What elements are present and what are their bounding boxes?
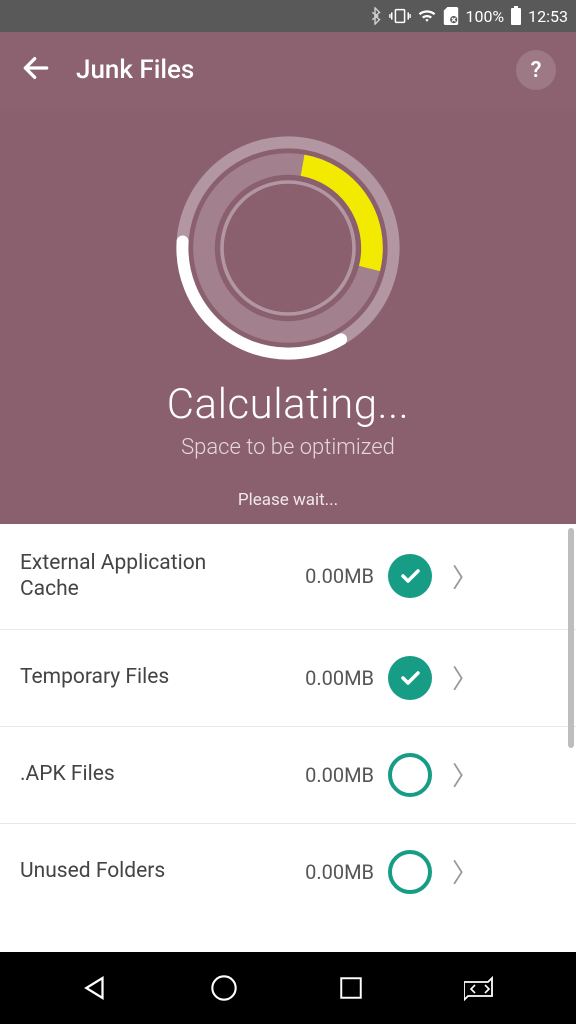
checkbox-checked[interactable] [388, 656, 432, 700]
battery-percent: 100% [465, 7, 504, 26]
list-item[interactable]: Temporary Files 0.00MB 〉 [0, 630, 576, 727]
status-bar: 100% 12:53 [0, 0, 576, 32]
clock: 12:53 [528, 7, 568, 26]
nav-back-icon[interactable] [80, 973, 110, 1003]
battery-icon [510, 6, 522, 26]
item-size: 0.00MB [284, 564, 374, 588]
checkbox-unchecked[interactable] [388, 753, 432, 797]
help-button[interactable]: ? [516, 50, 556, 90]
chevron-right-icon[interactable]: 〉 [446, 853, 478, 890]
system-navbar [0, 952, 576, 1024]
item-size: 0.00MB [284, 860, 374, 884]
item-label: Unused Folders [20, 858, 270, 884]
item-size: 0.00MB [284, 666, 374, 690]
item-label: .APK Files [20, 761, 270, 787]
progress-spinner [168, 128, 408, 368]
chevron-right-icon[interactable]: 〉 [446, 756, 478, 793]
junk-list: External Application Cache 0.00MB 〉 Temp… [0, 524, 576, 920]
nav-switch-icon[interactable] [464, 975, 496, 1001]
nav-home-icon[interactable] [210, 974, 238, 1002]
checkbox-unchecked[interactable] [388, 850, 432, 894]
chevron-right-icon[interactable]: 〉 [446, 558, 478, 595]
progress-subtitle: Space to be optimized [0, 435, 576, 460]
back-button[interactable] [20, 52, 52, 88]
scrollbar[interactable] [568, 528, 574, 748]
progress-wait: Please wait... [0, 490, 576, 510]
wifi-icon [417, 8, 437, 24]
list-item[interactable]: Unused Folders 0.00MB 〉 [0, 824, 576, 920]
app-header: Junk Files ? [0, 32, 576, 108]
vibrate-icon [389, 7, 411, 25]
item-label: Temporary Files [20, 664, 270, 690]
item-size: 0.00MB [284, 763, 374, 787]
page-title: Junk Files [76, 55, 194, 85]
list-item[interactable]: .APK Files 0.00MB 〉 [0, 727, 576, 824]
list-item[interactable]: External Application Cache 0.00MB 〉 [0, 524, 576, 630]
checkbox-checked[interactable] [388, 554, 432, 598]
sd-card-icon [443, 7, 459, 25]
nav-recent-icon[interactable] [338, 975, 364, 1001]
chevron-right-icon[interactable]: 〉 [446, 659, 478, 696]
progress-title: Calculating... [0, 380, 576, 429]
bluetooth-icon [367, 7, 383, 25]
progress-section: Calculating... Space to be optimized Ple… [0, 108, 576, 524]
item-label: External Application Cache [20, 550, 270, 603]
